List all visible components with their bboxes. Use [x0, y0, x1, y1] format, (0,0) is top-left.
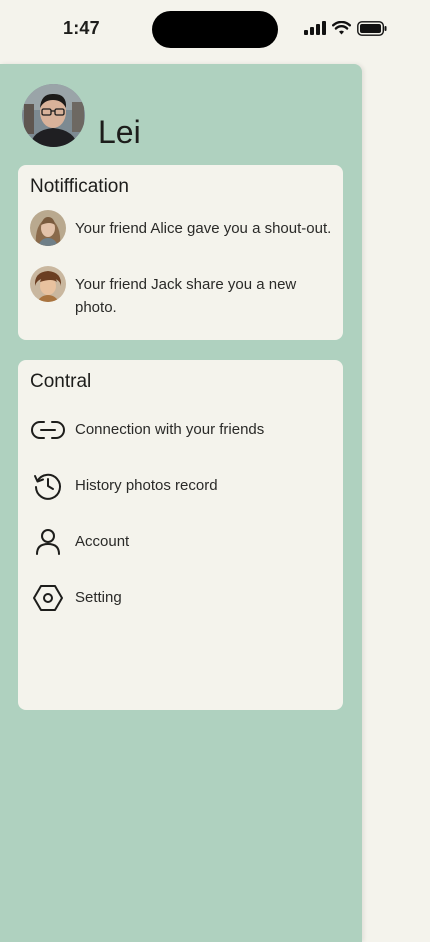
- menu-item-account[interactable]: Account: [30, 524, 330, 560]
- side-drawer: Lei Notiffication Your friend Alice gave…: [0, 64, 362, 942]
- notification-title: Notiffication: [30, 176, 129, 197]
- profile-avatar[interactable]: [22, 84, 85, 147]
- menu-item-label: History photos record: [75, 477, 218, 494]
- control-card: Contral Connection with your friends His…: [18, 360, 343, 710]
- wifi-icon: [332, 20, 351, 36]
- notification-card: Notiffication Your friend Alice gave you…: [18, 165, 343, 340]
- notification-text: Your friend Jack share you a new photo.: [75, 276, 297, 316]
- notification-item[interactable]: Your friend Jack share you a new photo.: [30, 266, 340, 326]
- profile-name: Lei: [98, 114, 141, 150]
- status-icons: [304, 19, 387, 37]
- battery-icon: [357, 20, 387, 36]
- notification-text: Your friend Alice gave you a shout-out.: [75, 220, 332, 237]
- friend-avatar-alice: [30, 210, 66, 246]
- menu-item-history[interactable]: History photos record: [30, 468, 330, 504]
- friend-avatar-jack: [30, 266, 66, 302]
- dynamic-island: [152, 11, 278, 48]
- history-icon: [30, 468, 66, 504]
- menu-item-connection[interactable]: Connection with your friends: [30, 412, 330, 448]
- menu-item-label: Connection with your friends: [75, 421, 265, 438]
- status-bar: 1:47: [0, 0, 430, 58]
- status-time: 1:47: [63, 18, 100, 38]
- account-icon: [30, 524, 66, 560]
- control-title: Contral: [30, 371, 92, 392]
- settings-icon: [30, 580, 66, 616]
- cellular-signal-icon: [304, 21, 326, 35]
- menu-item-label: Account: [75, 533, 130, 550]
- link-icon: [30, 412, 66, 448]
- menu-item-label: Setting: [75, 589, 122, 606]
- notification-item[interactable]: Your friend Alice gave you a shout-out.: [30, 210, 340, 246]
- menu-item-setting[interactable]: Setting: [30, 580, 330, 616]
